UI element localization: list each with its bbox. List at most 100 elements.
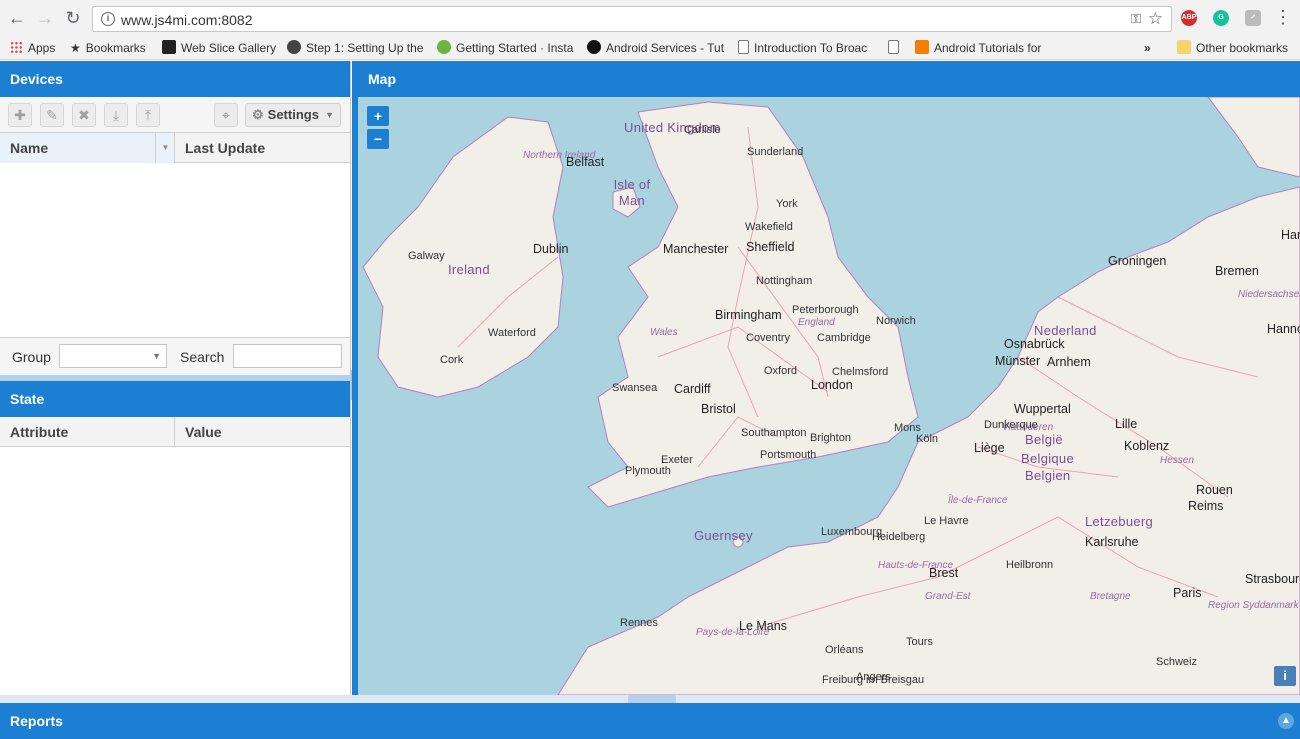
- group-select[interactable]: ▼: [59, 344, 167, 368]
- back-icon[interactable]: ←: [6, 7, 28, 29]
- map-label-city: Birmingham: [715, 308, 782, 322]
- map-label-city: Waterford: [488, 327, 536, 339]
- info-icon[interactable]: i: [101, 12, 115, 26]
- folder-icon: [1177, 40, 1191, 54]
- edit-device-button[interactable]: ✎: [40, 103, 64, 127]
- blogger-icon: [915, 40, 929, 54]
- search-input[interactable]: [233, 344, 342, 368]
- bookmarks-overflow[interactable]: »: [1144, 39, 1151, 57]
- map-label-city: Galway: [408, 250, 445, 262]
- bookmark-star-icon[interactable]: ☆: [1148, 9, 1163, 29]
- bookmark-label: Apps: [28, 41, 56, 55]
- zoom-in-button[interactable]: +: [367, 106, 389, 126]
- bookmark-other[interactable]: Other bookmarks: [1177, 39, 1288, 57]
- map-label-city: Hannover: [1267, 322, 1300, 336]
- forward-icon[interactable]: →: [34, 7, 56, 29]
- bookmark-introduction[interactable]: Introduction To Broac: [738, 39, 878, 57]
- map-label-region: Grand-Est: [925, 591, 971, 602]
- map-label-city: Cambridge: [817, 332, 871, 344]
- map-label-city: Osnabrück: [1004, 337, 1065, 351]
- chevron-up-icon[interactable]: ▲: [1278, 713, 1294, 729]
- map-label-city: Norwich: [876, 315, 916, 327]
- extension-icon[interactable]: ✓: [1245, 10, 1261, 26]
- key-icon[interactable]: ⚿: [1131, 11, 1141, 27]
- map-label-city: Belfast: [566, 155, 605, 169]
- remove-device-button[interactable]: ✖: [72, 103, 96, 127]
- map-label-region: Region Syddanmark: [1208, 600, 1299, 611]
- star-icon: ★: [70, 41, 81, 55]
- map-label-city: Liège: [974, 441, 1005, 455]
- url-text[interactable]: www.js4mi.com:8082: [121, 12, 253, 28]
- map-label-city: Rennes: [620, 617, 658, 629]
- map-label-city: Brest: [929, 566, 959, 580]
- map-label-city: Portsmouth: [760, 449, 817, 461]
- map-label-city: Köln: [916, 433, 939, 445]
- map-label-city: Paris: [1173, 586, 1202, 600]
- map-canvas[interactable]: United Kingdom Ireland Isle of Man Neder…: [358, 97, 1300, 695]
- devices-grid-header: Name ▼ Last Update: [0, 133, 350, 163]
- map-label-city: Coventry: [746, 332, 791, 344]
- map-panel-title: Map: [358, 61, 1300, 97]
- bookmark-step1[interactable]: Step 1: Setting Up the: [287, 39, 427, 57]
- map-label-city: Nottingham: [756, 275, 813, 287]
- reload-icon[interactable]: ↻: [62, 7, 84, 29]
- zoom-out-button[interactable]: −: [367, 129, 389, 149]
- browser-toolbar: ← → ↻ i www.js4mi.com:8082 ⚿ ☆ ABP G ✓ ⋮: [0, 0, 1300, 36]
- map-label-city: Mons: [894, 422, 921, 434]
- reports-panel-header: Reports ▲: [0, 703, 1300, 739]
- column-last-update[interactable]: Last Update: [175, 133, 350, 163]
- map-label-city: Oxford: [764, 365, 798, 377]
- page-icon: [738, 40, 749, 54]
- spring-icon: [437, 40, 451, 54]
- bookmarks-bar: Apps ★ Bookmarks Web Slice Gallery Step 1…: [0, 36, 1300, 60]
- apps-grid-icon: [10, 41, 23, 54]
- map-attribution-button[interactable]: i: [1274, 666, 1296, 686]
- chevron-down-icon: ▼: [325, 110, 334, 120]
- expand-reports-handle[interactable]: [628, 695, 676, 703]
- bookmark-web-slice[interactable]: Web Slice Gallery: [162, 39, 276, 57]
- column-attribute[interactable]: Attribute: [0, 417, 175, 447]
- add-device-button[interactable]: ✚: [8, 103, 32, 127]
- search-label: Search: [180, 349, 225, 365]
- bookmark-android-tutorials[interactable]: Android Tutorials for: [915, 39, 1053, 57]
- map-tiles[interactable]: [358, 97, 1300, 695]
- map-label-region: England: [798, 317, 835, 328]
- bookmark-page[interactable]: [888, 39, 908, 57]
- upload-icon[interactable]: ⤒: [136, 103, 160, 127]
- map-label-city: Brighton: [810, 432, 851, 444]
- bookmark-getting-started[interactable]: Getting Started · Insta: [437, 39, 575, 57]
- map-label-city: Schweiz: [1156, 656, 1197, 668]
- adblock-icon[interactable]: ABP: [1181, 10, 1197, 26]
- reports-panel-title: Reports: [10, 713, 63, 729]
- download-icon[interactable]: ⤓: [104, 103, 128, 127]
- bookmark-apps[interactable]: Apps: [10, 39, 55, 57]
- grammarly-icon[interactable]: G: [1213, 10, 1229, 26]
- browser-menu-icon[interactable]: ⋮: [1274, 7, 1292, 28]
- map-label-city: London: [811, 378, 853, 392]
- bookmark-label: Android Tutorials for: [934, 41, 1042, 55]
- bookmark-label: Bookmarks: [85, 41, 146, 55]
- bookmark-label: Introduction To Broac: [754, 41, 868, 55]
- column-name[interactable]: Name: [0, 133, 175, 163]
- state-panel-title: State: [0, 381, 350, 417]
- android-icon: [587, 40, 601, 54]
- settings-label: Settings: [267, 107, 319, 122]
- map-label-city: Koblenz: [1124, 439, 1170, 453]
- map-label-city: Orléans: [825, 644, 864, 656]
- map-label-city: Strasbourg: [1245, 572, 1300, 586]
- map-label-city: Swansea: [612, 382, 658, 394]
- map-label-city: Lille: [1115, 417, 1138, 431]
- bookmark-bookmarks[interactable]: ★ Bookmarks: [70, 39, 146, 57]
- column-value[interactable]: Value: [175, 417, 350, 447]
- column-menu-icon[interactable]: ▼: [155, 133, 175, 163]
- bookmark-label: Other bookmarks: [1196, 41, 1289, 55]
- map-label-city: Rouen: [1196, 483, 1233, 497]
- address-bar[interactable]: i www.js4mi.com:8082 ⚿ ☆: [92, 6, 1172, 32]
- settings-button[interactable]: ⚙ Settings ▼: [245, 103, 341, 127]
- follow-locate-icon[interactable]: ⌖: [214, 103, 238, 127]
- map-label-city: Tours: [906, 636, 933, 648]
- map-label-country: Isle of Man: [613, 177, 651, 208]
- chevron-down-icon: ▼: [152, 351, 161, 361]
- bookmark-android-services[interactable]: Android Services - Tut: [587, 39, 725, 57]
- map-label-city: Reims: [1188, 499, 1224, 513]
